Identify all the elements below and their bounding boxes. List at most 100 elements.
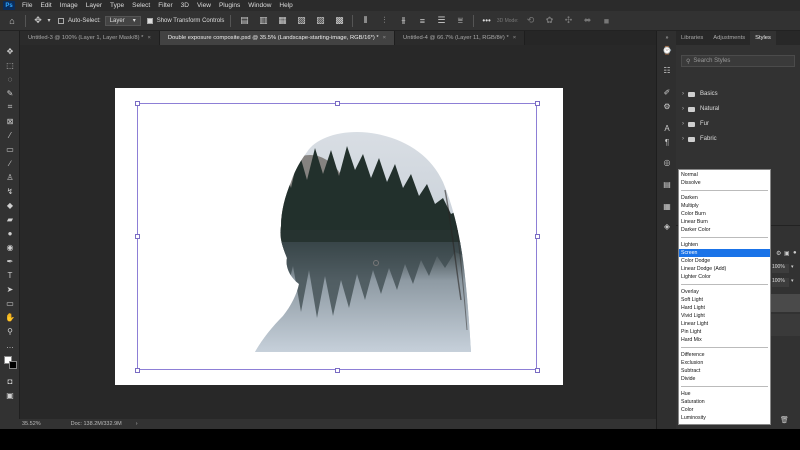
3d-slide-icon[interactable]: ⬌ [581, 14, 595, 28]
blend-mode-subtract[interactable]: Subtract [679, 367, 770, 375]
blend-mode-screen[interactable]: Screen [679, 249, 770, 257]
align-bottom-icon[interactable]: ▩ [332, 14, 346, 28]
blur-tool-icon[interactable]: ● [4, 228, 16, 238]
chevron-down-icon[interactable]: ▾ [791, 264, 794, 270]
collapse-panels-icon[interactable]: » [661, 32, 673, 43]
crop-tool-icon[interactable]: ⌗ [4, 102, 16, 112]
chevron-down-icon[interactable]: ▾ [791, 278, 794, 284]
style-group-basics[interactable]: › Basics [682, 89, 718, 99]
hand-tool-icon[interactable]: ✋ [4, 312, 16, 322]
transform-handle-top-center[interactable] [335, 101, 340, 106]
info-icon[interactable]: ◎ [661, 157, 673, 168]
blend-mode-overlay[interactable]: Overlay [679, 288, 770, 296]
panel-menu-icon[interactable]: ● [793, 250, 797, 256]
transform-handle-top-right[interactable] [535, 101, 540, 106]
libraries-icon[interactable]: ▦ [661, 201, 673, 212]
menu-window[interactable]: Window [244, 2, 275, 9]
shape-tool-icon[interactable]: ▭ [4, 298, 16, 308]
chevron-down-icon[interactable]: ▾ [46, 14, 52, 28]
tab-double-exposure[interactable]: Double exposure composite.psd @ 35.5% (L… [159, 31, 396, 45]
menu-3d[interactable]: 3D [177, 2, 193, 9]
menu-filter[interactable]: Filter [154, 2, 176, 9]
close-icon[interactable]: × [147, 35, 150, 41]
more-options-button[interactable]: ••• [482, 16, 490, 25]
menu-view[interactable]: View [193, 2, 215, 9]
quick-mask-icon[interactable]: ◘ [4, 376, 16, 386]
clone-stamp-tool-icon[interactable]: ♙ [4, 172, 16, 182]
3d-scale-icon[interactable]: ■ [600, 14, 614, 28]
3d-roll-icon[interactable]: ✿ [543, 14, 557, 28]
blend-mode-pin-light[interactable]: Pin Light [679, 328, 770, 336]
tab-libraries[interactable]: Libraries [676, 31, 708, 45]
blend-mode-saturation[interactable]: Saturation [679, 398, 770, 406]
background-color-swatch[interactable] [9, 361, 17, 369]
more-tools-icon[interactable]: … [4, 340, 16, 350]
tab-untitled-3[interactable]: Untitled-3 @ 100% (Layer 1, Layer Mask/8… [20, 31, 160, 45]
search-styles-input[interactable]: ⚲ Search Styles [681, 55, 795, 67]
3d-pan-icon[interactable]: ✣ [562, 14, 576, 28]
layer-options-icon[interactable]: ⚙ [776, 250, 781, 257]
transform-handle-middle-right[interactable] [535, 234, 540, 239]
menu-select[interactable]: Select [128, 2, 154, 9]
blend-mode-color-burn[interactable]: Color Burn [679, 210, 770, 218]
frame-tool-icon[interactable]: ⊠ [4, 116, 16, 126]
blend-mode-dissolve[interactable]: Dissolve [679, 179, 770, 187]
menu-help[interactable]: Help [275, 2, 296, 9]
screen-mode-icon[interactable]: ▣ [4, 390, 16, 400]
blend-mode-darker-color[interactable]: Darker Color [679, 226, 770, 234]
blend-mode-vivid-light[interactable]: Vivid Light [679, 312, 770, 320]
menu-layer[interactable]: Layer [82, 2, 106, 9]
3d-orbit-icon[interactable]: ⟲ [524, 14, 538, 28]
menu-type[interactable]: Type [106, 2, 128, 9]
blend-mode-color[interactable]: Color [679, 406, 770, 414]
blend-mode-hard-mix[interactable]: Hard Mix [679, 336, 770, 344]
style-group-fabric[interactable]: › Fabric [682, 134, 717, 144]
blend-mode-normal[interactable]: Normal [679, 171, 770, 179]
blend-mode-darken[interactable]: Darken [679, 194, 770, 202]
distribute-middle-icon[interactable]: ☰ [434, 14, 448, 28]
trash-icon[interactable]: 🗑 [780, 416, 789, 424]
layer-row[interactable] [771, 314, 800, 336]
history-brush-tool-icon[interactable]: ↯ [4, 186, 16, 196]
properties-icon[interactable]: ⚙ [661, 101, 673, 112]
blend-mode-soft-light[interactable]: Soft Light [679, 296, 770, 304]
transform-handle-middle-left[interactable] [135, 234, 140, 239]
marquee-tool-icon[interactable]: ⬚ [4, 60, 16, 70]
align-right-icon[interactable]: ▦ [275, 14, 289, 28]
tab-untitled-4[interactable]: Untitled-4 @ 66.7% (Layer 11, RGB/8#) * × [395, 31, 526, 45]
distribute-left-icon[interactable]: ⫴ [358, 14, 372, 28]
blend-mode-color-dodge[interactable]: Color Dodge [679, 257, 770, 265]
blend-mode-linear-burn[interactable]: Linear Burn [679, 218, 770, 226]
lock-icon[interactable]: ▣ [784, 250, 790, 257]
blend-mode-lighter-color[interactable]: Lighter Color [679, 273, 770, 281]
blend-mode-hard-light[interactable]: Hard Light [679, 304, 770, 312]
distribute-center-icon[interactable]: ⫶ [377, 14, 391, 28]
close-icon[interactable]: × [513, 35, 516, 41]
paths-icon[interactable]: ◈ [661, 221, 673, 232]
pen-tool-icon[interactable]: ✒ [4, 256, 16, 266]
menu-plugins[interactable]: Plugins [215, 2, 244, 9]
zoom-level[interactable]: 35.52% [22, 421, 41, 427]
quick-select-tool-icon[interactable]: ✎ [4, 88, 16, 98]
opacity-value[interactable]: 100% [772, 264, 789, 273]
move-tool-icon[interactable]: ✥ [31, 14, 45, 28]
type-tool-icon[interactable]: T [4, 270, 16, 280]
blend-mode-linear-dodge-add[interactable]: Linear Dodge (Add) [679, 265, 770, 273]
distribute-right-icon[interactable]: ⫵ [396, 14, 410, 28]
paragraph-icon[interactable]: ¶ [661, 137, 673, 148]
menu-image[interactable]: Image [56, 2, 82, 9]
history-icon[interactable]: ⌚ [661, 45, 673, 56]
home-icon[interactable]: ⌂ [5, 14, 19, 28]
move-tool-icon[interactable]: ✥ [4, 46, 16, 56]
transform-handle-top-left[interactable] [135, 101, 140, 106]
align-center-icon[interactable]: ▥ [256, 14, 270, 28]
auto-select-dropdown[interactable]: Layer ▾ [104, 15, 141, 26]
swatches-icon[interactable]: ▤ [661, 179, 673, 190]
blend-mode-divide[interactable]: Divide [679, 375, 770, 383]
blend-mode-luminosity[interactable]: Luminosity [679, 414, 770, 422]
character-icon[interactable]: A [661, 123, 673, 134]
align-middle-icon[interactable]: ▨ [313, 14, 327, 28]
transform-handle-bottom-right[interactable] [535, 368, 540, 373]
menu-file[interactable]: File [18, 2, 36, 9]
align-left-icon[interactable]: ▤ [237, 14, 251, 28]
